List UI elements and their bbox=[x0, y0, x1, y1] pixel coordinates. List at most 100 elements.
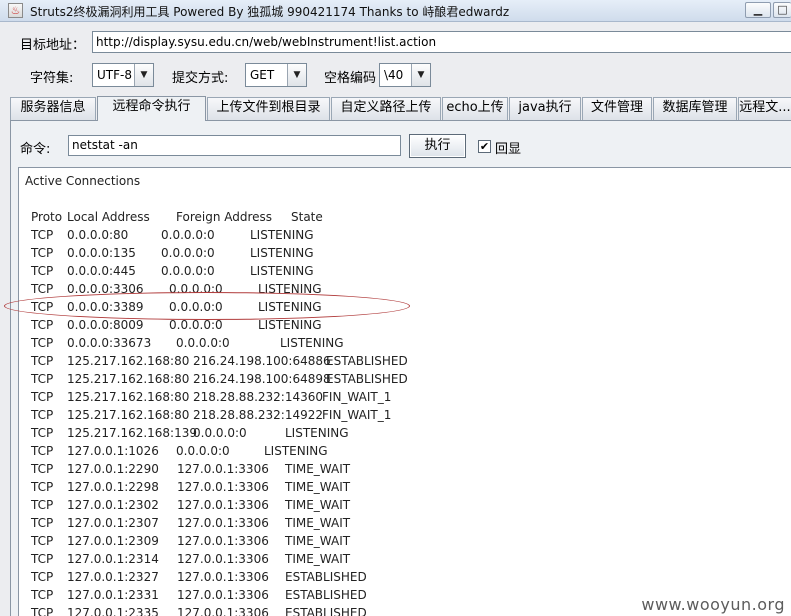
row-proto: TCP bbox=[31, 282, 54, 296]
row-proto: TCP bbox=[31, 570, 54, 584]
row-proto: TCP bbox=[31, 264, 54, 278]
output-row: TCP 127.0.0.1:2309 127.0.0.1:3306 TIME_WAIT bbox=[19, 532, 779, 550]
row-foreign-address: 216.24.198.100:64886 bbox=[193, 354, 331, 368]
echo-label: 回显 bbox=[495, 142, 522, 157]
row-state: TIME_WAIT bbox=[285, 498, 351, 512]
output-row: TCP 125.217.162.168:80 216.24.198.100:6488… bbox=[19, 352, 779, 370]
row-proto: TCP bbox=[31, 228, 54, 242]
tab-upload-root[interactable]: 上传文件到根目录 bbox=[207, 97, 330, 120]
row-local-address: 125.217.162.168:80 bbox=[67, 372, 190, 386]
tab-remote-command[interactable]: 远程命令执行 bbox=[97, 96, 206, 121]
tab-server-info[interactable]: 服务器信息 bbox=[10, 97, 96, 120]
column-proto: Proto bbox=[31, 210, 63, 224]
row-proto: TCP bbox=[31, 390, 54, 404]
tab-database-manager[interactable]: 数据库管理 bbox=[653, 97, 737, 120]
row-local-address: 127.0.0.1:2307 bbox=[67, 516, 159, 530]
row-state: TIME_WAIT bbox=[285, 462, 351, 476]
row-state: FIN_WAIT_1 bbox=[322, 390, 392, 404]
output-heading: Active Connections bbox=[25, 174, 141, 188]
chevron-down-icon[interactable]: ▼ bbox=[134, 64, 153, 86]
row-state: LISTENING bbox=[285, 426, 349, 440]
execute-button[interactable]: 执行 bbox=[409, 134, 466, 158]
row-state: ESTABLISHED bbox=[326, 372, 408, 386]
chevron-down-icon[interactable]: ▼ bbox=[287, 64, 306, 86]
space-encoding-value: \40 bbox=[384, 68, 404, 82]
output-row: TCP 0.0.0.0:80 0.0.0.0:0 LISTENING bbox=[19, 226, 779, 244]
tab-java-exec[interactable]: java执行 bbox=[509, 97, 581, 120]
command-label: 命令: bbox=[20, 142, 51, 157]
tab-custom-path-upload[interactable]: 自定义路径上传 bbox=[331, 97, 441, 120]
row-foreign-address: 127.0.0.1:3306 bbox=[177, 516, 269, 530]
row-foreign-address: 218.28.88.232:14360 bbox=[193, 390, 324, 404]
row-state: LISTENING bbox=[250, 264, 314, 278]
command-output[interactable]: Active Connections Proto Local Address F… bbox=[18, 167, 791, 616]
output-row: TCP 127.0.0.1:2290 127.0.0.1:3306 TIME_WAIT bbox=[19, 460, 779, 478]
row-local-address: 0.0.0.0:33673 bbox=[67, 336, 152, 350]
row-foreign-address: 127.0.0.1:3306 bbox=[177, 480, 269, 494]
row-state: TIME_WAIT bbox=[285, 480, 351, 494]
echo-checkbox[interactable]: ✔ bbox=[478, 140, 491, 153]
output-row: TCP 125.217.162.168:80 216.24.198.100:6489… bbox=[19, 370, 779, 388]
row-state: LISTENING bbox=[258, 300, 322, 314]
row-foreign-address: 0.0.0.0:0 bbox=[176, 336, 230, 350]
maximize-button[interactable]: □ bbox=[773, 2, 791, 18]
output-row: TCP 127.0.0.1:1026 0.0.0.0:0 LISTENING bbox=[19, 442, 779, 460]
charset-select[interactable]: UTF-8 ▼ bbox=[92, 63, 154, 87]
row-local-address: 127.0.0.1:2331 bbox=[67, 588, 159, 602]
row-proto: TCP bbox=[31, 480, 54, 494]
row-proto: TCP bbox=[31, 426, 54, 440]
method-value: GET bbox=[250, 68, 275, 82]
minimize-button[interactable]: ▁ bbox=[745, 2, 771, 18]
row-state: TIME_WAIT bbox=[285, 534, 351, 548]
output-column-header: Proto Local Address Foreign Address Stat… bbox=[19, 208, 779, 226]
space-encoding-select[interactable]: \40 ▼ bbox=[379, 63, 431, 87]
row-local-address: 127.0.0.1:2302 bbox=[67, 498, 159, 512]
tab-remote-file[interactable]: 远程文... bbox=[738, 97, 791, 120]
output-row: TCP 125.217.162.168:80 218.28.88.232:14360… bbox=[19, 388, 779, 406]
row-state: LISTENING bbox=[250, 246, 314, 260]
charset-value: UTF-8 bbox=[97, 68, 132, 82]
row-state: ESTABLISHED bbox=[285, 606, 367, 616]
row-local-address: 0.0.0.0:135 bbox=[67, 246, 136, 260]
output-row: TCP 127.0.0.1:2298 127.0.0.1:3306 TIME_WAIT bbox=[19, 478, 779, 496]
row-foreign-address: 127.0.0.1:3306 bbox=[177, 570, 269, 584]
output-row: TCP 0.0.0.0:33673 0.0.0.0:0 LISTENING bbox=[19, 334, 779, 352]
row-proto: TCP bbox=[31, 606, 54, 616]
row-foreign-address: 0.0.0.0:0 bbox=[169, 300, 223, 314]
window-title: Struts2终极漏洞利用工具 Powered By 独孤城 990421174… bbox=[30, 5, 510, 19]
method-label: 提交方式: bbox=[172, 71, 229, 86]
row-state: TIME_WAIT bbox=[285, 516, 351, 530]
target-url-input[interactable]: http://display.sysu.edu.cn/web/webInstru… bbox=[92, 31, 791, 53]
row-local-address: 125.217.162.168:80 bbox=[67, 354, 190, 368]
row-foreign-address: 0.0.0.0:0 bbox=[169, 282, 223, 296]
row-foreign-address: 127.0.0.1:3306 bbox=[177, 552, 269, 566]
chevron-down-icon[interactable]: ▼ bbox=[411, 64, 430, 86]
row-local-address: 125.217.162.168:80 bbox=[67, 390, 190, 404]
row-local-address: 0.0.0.0:8009 bbox=[67, 318, 144, 332]
row-state: ESTABLISHED bbox=[326, 354, 408, 368]
row-state: FIN_WAIT_1 bbox=[322, 408, 392, 422]
row-proto: TCP bbox=[31, 318, 54, 332]
row-proto: TCP bbox=[31, 516, 54, 530]
row-state: ESTABLISHED bbox=[285, 570, 367, 584]
output-row: TCP 125.217.162.168:80 218.28.88.232:14922… bbox=[19, 406, 779, 424]
output-row: TCP 0.0.0.0:3389 0.0.0.0:0 LISTENING bbox=[19, 298, 779, 316]
title-bar: ♨ Struts2终极漏洞利用工具 Powered By 独孤城 9904211… bbox=[0, 0, 791, 22]
row-foreign-address: 127.0.0.1:3306 bbox=[177, 498, 269, 512]
charset-label: 字符集: bbox=[30, 71, 74, 86]
row-local-address: 0.0.0.0:3306 bbox=[67, 282, 144, 296]
row-foreign-address: 127.0.0.1:3306 bbox=[177, 606, 269, 616]
app-icon: ♨ bbox=[8, 3, 23, 18]
tab-echo-upload[interactable]: echo上传 bbox=[442, 97, 508, 120]
target-url-label: 目标地址： bbox=[20, 38, 86, 53]
row-proto: TCP bbox=[31, 462, 54, 476]
row-foreign-address: 0.0.0.0:0 bbox=[161, 264, 215, 278]
row-foreign-address: 216.24.198.100:64898 bbox=[193, 372, 331, 386]
row-local-address: 125.217.162.168:80 bbox=[67, 408, 190, 422]
method-select[interactable]: GET ▼ bbox=[245, 63, 307, 87]
output-row: TCP 0.0.0.0:445 0.0.0.0:0 LISTENING bbox=[19, 262, 779, 280]
row-local-address: 127.0.0.1:1026 bbox=[67, 444, 159, 458]
command-input[interactable]: netstat -an bbox=[68, 135, 401, 156]
tab-file-manager[interactable]: 文件管理 bbox=[582, 97, 652, 120]
output-row: TCP 0.0.0.0:8009 0.0.0.0:0 LISTENING bbox=[19, 316, 779, 334]
